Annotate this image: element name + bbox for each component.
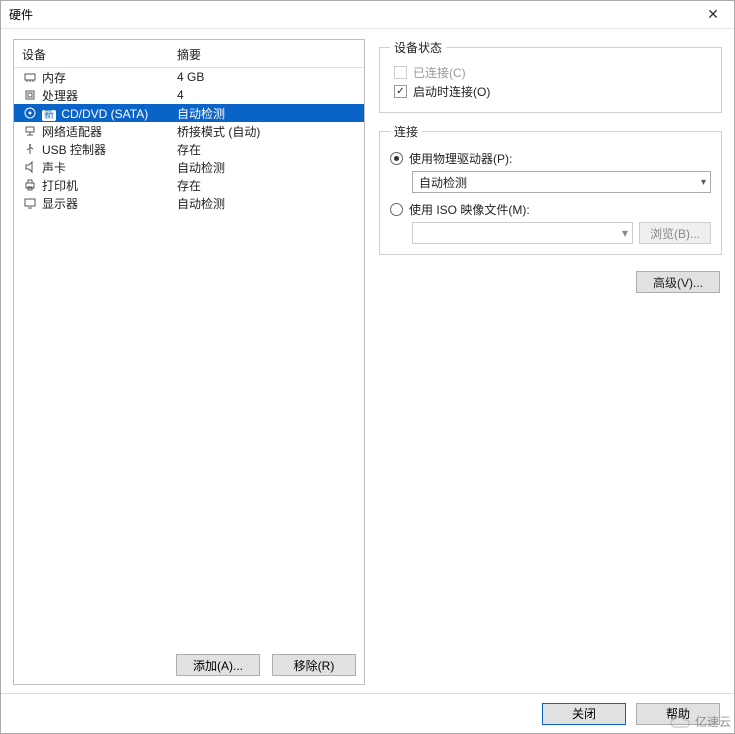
usb-icon	[22, 143, 38, 155]
close-button[interactable]: 关闭	[542, 703, 626, 725]
device-row-memory[interactable]: 内存4 GB	[14, 68, 364, 86]
browse-button: 浏览(B)...	[639, 222, 711, 244]
display-icon	[22, 197, 38, 209]
list-header: 设备 摘要	[14, 40, 364, 68]
connect-at-poweron-label: 启动时连接(O)	[413, 83, 490, 100]
device-name: 内存	[42, 69, 177, 86]
device-summary: 存在	[177, 141, 356, 158]
memory-icon	[22, 71, 38, 83]
device-name: 声卡	[42, 159, 177, 176]
device-name: 网络适配器	[42, 123, 177, 140]
connection-group: 连接 使用物理驱动器(P): 自动检测 ▾ 使用 ISO 映像文件(M):	[379, 123, 722, 255]
hardware-settings-window: 硬件 ✕ 设备 摘要 内存4 GB处理器4新 CD/DVD (SATA)自动检测…	[0, 0, 735, 734]
device-summary: 自动检测	[177, 195, 356, 212]
remove-button[interactable]: 移除(R)	[272, 654, 356, 676]
printer-icon	[22, 179, 38, 191]
use-physical-label: 使用物理驱动器(P):	[409, 150, 512, 167]
use-iso-label: 使用 ISO 映像文件(M):	[409, 201, 530, 218]
device-row-usb[interactable]: USB 控制器存在	[14, 140, 364, 158]
device-summary: 存在	[177, 177, 356, 194]
connect-at-poweron-checkbox[interactable]: ✓	[394, 85, 407, 98]
chevron-down-icon: ▾	[622, 226, 628, 240]
device-state-legend: 设备状态	[390, 39, 446, 56]
header-device: 设备	[22, 46, 177, 63]
physical-drive-select[interactable]: 自动检测 ▾	[412, 171, 711, 193]
device-detail-panel: 设备状态 已连接(C) ✓ 启动时连接(O) 连接 使用物理驱动器(P): 自动…	[379, 39, 722, 685]
device-summary: 4 GB	[177, 70, 356, 84]
header-summary: 摘要	[177, 46, 356, 63]
device-summary: 桥接模式 (自动)	[177, 123, 356, 140]
use-iso-radio[interactable]	[390, 203, 403, 216]
device-row-disc[interactable]: 新 CD/DVD (SATA)自动检测	[14, 104, 364, 122]
use-physical-drive-row[interactable]: 使用物理驱动器(P):	[390, 150, 711, 167]
connected-label: 已连接(C)	[413, 64, 466, 81]
sound-icon	[22, 161, 38, 173]
help-button[interactable]: 帮助	[636, 703, 720, 725]
cpu-icon	[22, 89, 38, 101]
content-area: 设备 摘要 内存4 GB处理器4新 CD/DVD (SATA)自动检测网络适配器…	[1, 29, 734, 693]
device-row-printer[interactable]: 打印机存在	[14, 176, 364, 194]
device-name: 显示器	[42, 195, 177, 212]
device-name: 打印机	[42, 177, 177, 194]
device-state-group: 设备状态 已连接(C) ✓ 启动时连接(O)	[379, 39, 722, 113]
use-physical-radio[interactable]	[390, 152, 403, 165]
connected-checkbox	[394, 66, 407, 79]
device-summary: 4	[177, 88, 356, 102]
advanced-row: 高级(V)...	[379, 271, 722, 293]
dialog-button-bar: 关闭 帮助	[1, 693, 734, 733]
network-icon	[22, 125, 38, 137]
window-title: 硬件	[9, 6, 33, 23]
device-name: USB 控制器	[42, 141, 177, 158]
device-summary: 自动检测	[177, 159, 356, 176]
device-row-cpu[interactable]: 处理器4	[14, 86, 364, 104]
list-button-row: 添加(A)... 移除(R)	[14, 646, 364, 684]
new-badge: 新	[42, 110, 56, 121]
titlebar: 硬件 ✕	[1, 1, 734, 29]
connect-at-poweron-row[interactable]: ✓ 启动时连接(O)	[394, 83, 711, 100]
add-button[interactable]: 添加(A)...	[176, 654, 260, 676]
connected-checkbox-row: 已连接(C)	[394, 64, 711, 81]
device-name: 处理器	[42, 87, 177, 104]
close-icon[interactable]: ✕	[698, 4, 728, 26]
device-list-panel: 设备 摘要 内存4 GB处理器4新 CD/DVD (SATA)自动检测网络适配器…	[13, 39, 365, 685]
connection-legend: 连接	[390, 123, 422, 140]
device-list[interactable]: 内存4 GB处理器4新 CD/DVD (SATA)自动检测网络适配器桥接模式 (…	[14, 68, 364, 646]
device-row-display[interactable]: 显示器自动检测	[14, 194, 364, 212]
iso-input-row: ▾ 浏览(B)...	[412, 222, 711, 244]
physical-drive-value: 自动检测	[419, 174, 467, 191]
device-row-sound[interactable]: 声卡自动检测	[14, 158, 364, 176]
iso-path-input: ▾	[412, 222, 633, 244]
use-iso-row[interactable]: 使用 ISO 映像文件(M):	[390, 201, 711, 218]
advanced-button[interactable]: 高级(V)...	[636, 271, 720, 293]
device-summary: 自动检测	[177, 105, 356, 122]
device-name: 新 CD/DVD (SATA)	[42, 106, 177, 121]
disc-icon	[22, 107, 38, 119]
chevron-down-icon: ▾	[701, 177, 706, 188]
device-row-network[interactable]: 网络适配器桥接模式 (自动)	[14, 122, 364, 140]
